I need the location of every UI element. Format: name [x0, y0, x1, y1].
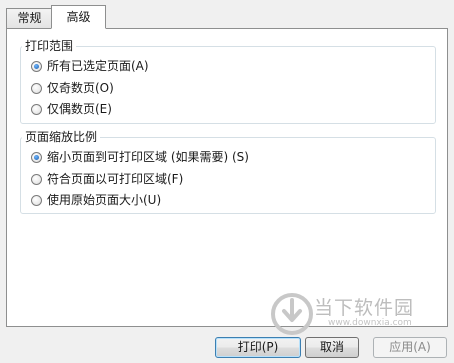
tab-general[interactable]: 常规 — [6, 8, 52, 28]
watermark-name: 当下软件园 — [314, 297, 415, 319]
apply-button[interactable]: 应用(A) — [373, 337, 447, 358]
downxia-logo-icon — [271, 293, 313, 335]
radio-button-checked[interactable] — [31, 60, 42, 72]
print-range-title: 打印范围 — [22, 39, 77, 53]
radio-label: 仅奇数页(O) — [47, 81, 114, 95]
radio-label: 使用原始页面大小(U) — [47, 193, 162, 207]
watermark-url: www.downxia.com — [328, 318, 412, 328]
radio-button[interactable] — [31, 173, 42, 185]
watermark: 当下软件园 www.downxia.com — [270, 290, 450, 338]
radio-button-checked[interactable] — [31, 151, 42, 163]
radio-shrink-to-printable[interactable]: 缩小页面到可打印区域 (如果需要) (S) — [31, 150, 249, 164]
radio-even-pages-only[interactable]: 仅偶数页(E) — [31, 102, 112, 116]
radio-fit-to-printable[interactable]: 符合页面以可打印区域(F) — [31, 172, 183, 186]
tab-advanced[interactable]: 高级 — [51, 5, 106, 29]
radio-button[interactable] — [31, 82, 42, 94]
radio-button[interactable] — [31, 103, 42, 115]
radio-button[interactable] — [31, 194, 42, 206]
radio-label: 仅偶数页(E) — [47, 102, 112, 116]
radio-all-selected-pages[interactable]: 所有已选定页面(A) — [31, 59, 149, 73]
page-scaling-title: 页面缩放比例 — [22, 130, 101, 144]
radio-label: 所有已选定页面(A) — [47, 59, 149, 73]
radio-odd-pages-only[interactable]: 仅奇数页(O) — [31, 81, 114, 95]
radio-actual-size[interactable]: 使用原始页面大小(U) — [31, 193, 161, 207]
cancel-button[interactable]: 取消 — [305, 337, 359, 358]
radio-label: 符合页面以可打印区域(F) — [47, 172, 184, 186]
print-button[interactable]: 打印(P) — [215, 337, 301, 358]
radio-label: 缩小页面到可打印区域 (如果需要) (S) — [47, 150, 249, 164]
